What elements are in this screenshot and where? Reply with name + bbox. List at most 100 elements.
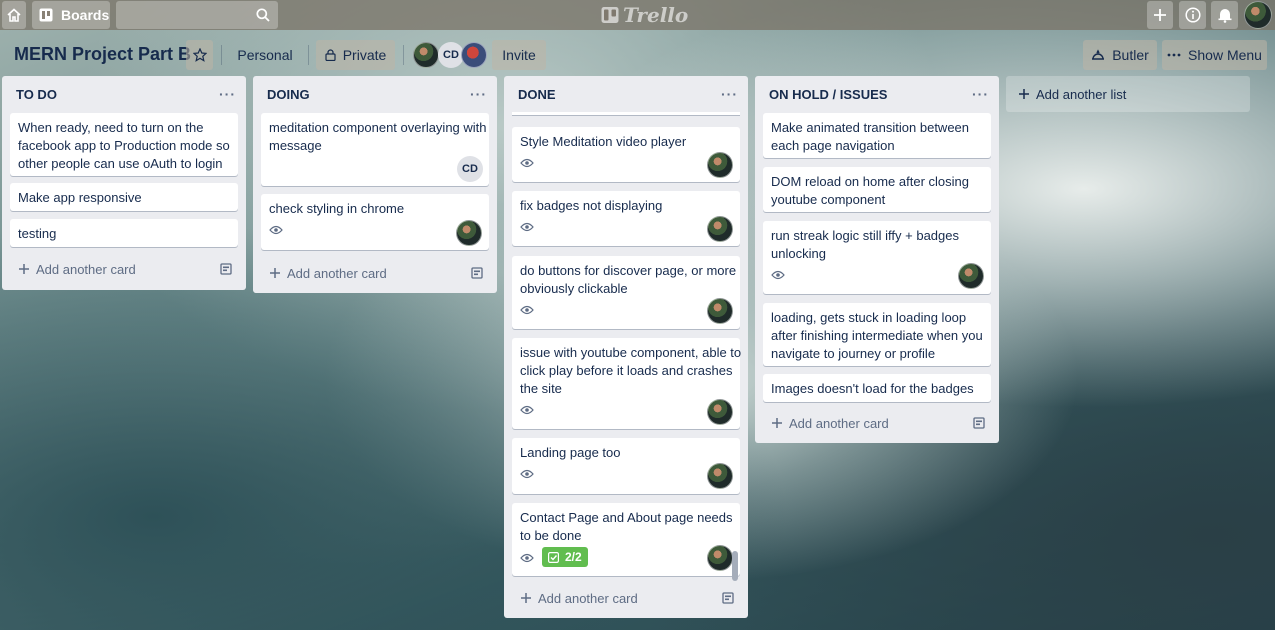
add-card-button[interactable]: Add another card (512, 584, 740, 612)
card-title: fix badges not displaying (520, 198, 663, 213)
team-label: Personal (237, 47, 293, 63)
bell-icon (1218, 7, 1232, 23)
add-card-button[interactable]: Add another card (10, 255, 238, 283)
search-icon[interactable] (256, 8, 270, 22)
card[interactable]: check styling in chrome (261, 194, 489, 250)
card[interactable]: Contact Page and About page needs to be … (512, 503, 740, 576)
card-title: check styling in chrome (269, 201, 405, 216)
list-header[interactable]: DOING ··· (253, 76, 497, 112)
card[interactable]: run streak logic still iffy + badges unl… (763, 221, 991, 294)
watch-icon (771, 270, 785, 280)
list-menu-icon[interactable]: ··· (721, 86, 738, 102)
watch-icon (520, 405, 534, 415)
top-header: Boards Trello (0, 0, 1275, 30)
butler-icon (1091, 49, 1105, 61)
list-menu-icon[interactable]: ··· (470, 86, 487, 102)
search-input[interactable] (116, 1, 246, 29)
board-title[interactable]: MERN Project Part B (14, 44, 191, 65)
lock-icon (325, 49, 336, 61)
plus-icon (18, 263, 30, 275)
team-button[interactable]: Personal (229, 40, 301, 70)
list-title[interactable]: ON HOLD / ISSUES (769, 87, 887, 102)
more-icon (1167, 53, 1181, 57)
member-avatar[interactable] (413, 42, 439, 68)
add-icon (1153, 8, 1167, 22)
card-title: issue with youtube component, able to cl… (520, 345, 742, 396)
card[interactable]: testing (10, 219, 238, 247)
butler-label: Butler (1112, 47, 1149, 63)
template-icon[interactable] (973, 417, 985, 429)
card-title: run streak logic still iffy + badges unl… (771, 228, 959, 261)
user-avatar[interactable] (1244, 1, 1272, 29)
card[interactable]: Style Meditation video player (512, 127, 740, 182)
card[interactable]: issue with youtube component, able to cl… (512, 338, 742, 429)
card-member-avatar[interactable] (707, 152, 733, 178)
list-menu-icon[interactable]: ··· (219, 86, 236, 102)
card-member-avatar[interactable]: CD (457, 156, 483, 182)
card[interactable]: do buttons for discover page, or more ob… (512, 256, 740, 329)
visibility-label: Private (342, 47, 387, 63)
trello-logo[interactable]: Trello (601, 3, 688, 27)
invite-button[interactable]: Invite (492, 40, 546, 70)
add-list-button[interactable]: Add another list (1006, 76, 1250, 112)
boards-button[interactable]: Boards (32, 1, 110, 29)
plus-icon (771, 417, 783, 429)
star-board-button[interactable] (186, 40, 213, 70)
card-title: Images doesn't load for the badges (771, 381, 974, 396)
info-icon (1184, 7, 1201, 23)
template-icon[interactable] (471, 267, 483, 279)
card[interactable]: Make app responsive (10, 183, 238, 211)
plus-icon (269, 267, 281, 279)
list-header[interactable]: ON HOLD / ISSUES ··· (755, 76, 999, 112)
search-box[interactable] (116, 1, 278, 29)
header-divider (221, 45, 222, 65)
card-member-avatar[interactable] (707, 545, 733, 571)
list-scrollbar-thumb[interactable] (732, 551, 738, 581)
template-icon[interactable] (220, 263, 232, 275)
watch-icon (520, 222, 534, 232)
card[interactable]: Make animated transition between each pa… (763, 113, 991, 158)
card-title: Make animated transition between each pa… (771, 120, 970, 153)
show-menu-button[interactable]: Show Menu (1162, 40, 1267, 70)
trello-logo-text: Trello (623, 3, 689, 27)
header-divider (403, 45, 404, 65)
card-title: testing (18, 226, 57, 241)
add-card-button[interactable]: Add another card (763, 409, 991, 437)
visibility-button[interactable]: Private (316, 40, 395, 70)
card[interactable]: loading, gets stuck in loading loop afte… (763, 303, 991, 366)
plus-icon (1018, 88, 1030, 100)
list-title[interactable]: DOING (267, 87, 310, 102)
list-title[interactable]: TO DO (16, 87, 57, 102)
card-member-avatar[interactable] (958, 263, 984, 289)
watch-icon (269, 225, 283, 235)
list-menu-icon[interactable]: ··· (972, 86, 989, 102)
card-title: meditation component overlaying with mes… (269, 120, 487, 153)
notifications-button[interactable] (1211, 1, 1238, 29)
member-avatar[interactable] (461, 42, 487, 68)
card-member-avatar[interactable] (707, 399, 733, 425)
list-todo: TO DO ··· When ready, need to turn on th… (2, 76, 246, 290)
card-member-avatar[interactable] (707, 216, 733, 242)
card-title: Contact Page and About page needs to be … (520, 510, 733, 543)
card-member-avatar[interactable] (456, 220, 482, 246)
card[interactable]: Landing page too (512, 438, 740, 494)
info-button[interactable] (1179, 1, 1206, 29)
template-icon[interactable] (722, 592, 734, 604)
home-button[interactable] (2, 1, 26, 29)
butler-button[interactable]: Butler (1083, 40, 1157, 70)
card[interactable]: When ready, need to turn on the facebook… (10, 113, 238, 176)
card[interactable]: Images doesn't load for the badges (763, 374, 991, 402)
create-button[interactable] (1147, 1, 1173, 29)
trello-logo-icon (601, 6, 619, 24)
card[interactable]: fix badges not displaying (512, 191, 740, 246)
list-header[interactable]: DONE ··· (504, 76, 748, 112)
add-card-button[interactable]: Add another card (261, 259, 489, 287)
card-member-avatar[interactable] (707, 463, 733, 489)
list-title[interactable]: DONE (518, 87, 556, 102)
add-card-label: Add another card (36, 261, 136, 277)
list-header[interactable]: TO DO ··· (2, 76, 246, 112)
card[interactable]: meditation component overlaying with mes… (261, 113, 489, 186)
card[interactable]: DOM reload on home after closing youtube… (763, 167, 991, 212)
card-title: do buttons for discover page, or more ob… (520, 263, 737, 296)
card-member-avatar[interactable] (707, 298, 733, 324)
